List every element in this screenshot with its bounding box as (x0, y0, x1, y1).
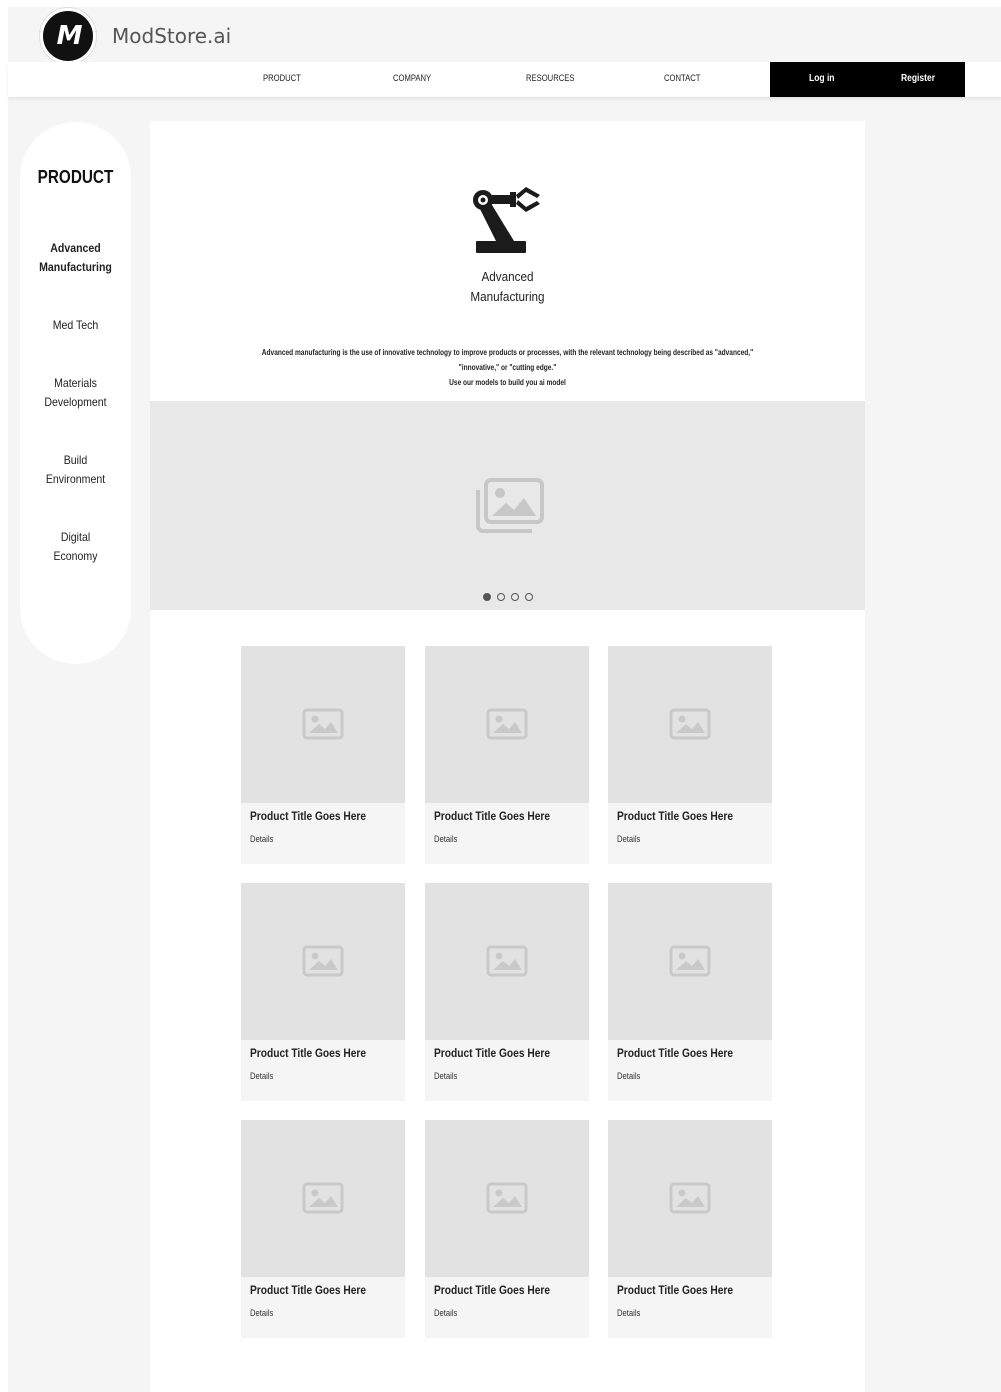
product-image (425, 646, 589, 803)
sidebar-item-label: Environment (45, 472, 106, 486)
brand-name[interactable]: ModStore.ai (112, 24, 231, 48)
product-title: Product Title Goes Here (250, 1283, 367, 1297)
product-details-link[interactable]: Details (250, 834, 273, 844)
sidebar-item-build-environment[interactable]: Build Environment (27, 451, 125, 489)
brand-logo[interactable]: M (40, 8, 96, 64)
product-title: Product Title Goes Here (617, 1283, 734, 1297)
product-details-link[interactable]: Details (250, 1071, 273, 1081)
sidebar-item-label: Med Tech (52, 318, 99, 332)
image-placeholder-icon (669, 708, 711, 740)
sidebar-item-digital-economy[interactable]: Digital Economy (27, 528, 125, 566)
sidebar-item-label: Digital (60, 530, 91, 544)
product-details-link[interactable]: Details (434, 1071, 457, 1081)
login-button[interactable]: Log in (809, 73, 835, 84)
hero-description: Advanced manufacturing is the use of inn… (214, 345, 800, 390)
sidebar-item-label: Materials (54, 376, 97, 390)
product-details-link[interactable]: Details (617, 1071, 640, 1081)
hero-title: Advanced Manufacturing (186, 267, 830, 307)
top-navbar: PRODUCT COMPANY RESOURCES CONTACT Log in… (8, 62, 1001, 97)
carousel-dot[interactable] (524, 593, 533, 601)
product-title: Product Title Goes Here (617, 1046, 734, 1060)
product-card[interactable]: Product Title Goes Here Details (241, 883, 405, 1101)
auth-bar: Log in Register (770, 62, 965, 97)
nav-contact[interactable]: CONTACT (664, 73, 700, 83)
nav-company[interactable]: COMPANY (393, 73, 431, 83)
product-image (608, 646, 772, 803)
carousel-dots (150, 593, 865, 601)
sidebar-item-label: Build (63, 453, 88, 467)
sidebar-item-med-tech[interactable]: Med Tech (27, 316, 125, 335)
hero-title-line: Manufacturing (470, 289, 545, 304)
image-gallery-icon (476, 478, 544, 533)
image-carousel[interactable] (150, 401, 865, 610)
carousel-dot[interactable] (510, 593, 519, 601)
sidebar-item-label: Economy (53, 549, 98, 563)
nav-product[interactable]: PRODUCT (263, 73, 301, 83)
sidebar-item-label: Development (44, 395, 107, 409)
hero-description-line: Use our models to build you ai model (449, 378, 566, 387)
hero-title-line: Advanced (481, 269, 534, 284)
main-content: Advanced Manufacturing Advanced manufact… (150, 121, 865, 1392)
register-button[interactable]: Register (901, 73, 935, 84)
product-sidebar: PRODUCT Advanced Manufacturing Med Tech … (20, 122, 131, 664)
carousel-dot[interactable] (496, 593, 505, 601)
robot-arm-icon (473, 187, 540, 253)
sidebar-item-label: Manufacturing (39, 260, 112, 274)
image-placeholder-icon (486, 708, 528, 740)
product-title: Product Title Goes Here (434, 1283, 551, 1297)
logo-letter: M (56, 21, 83, 51)
product-details-link[interactable]: Details (250, 1308, 273, 1318)
hero-description-line: "innovative," or "cutting edge." (458, 363, 557, 372)
product-card[interactable]: Product Title Goes Here Details (608, 1120, 772, 1338)
product-image (241, 1120, 405, 1277)
image-placeholder-icon (302, 945, 344, 977)
product-card[interactable]: Product Title Goes Here Details (425, 646, 589, 864)
product-card[interactable]: Product Title Goes Here Details (425, 1120, 589, 1338)
product-image (608, 1120, 772, 1277)
product-image (608, 883, 772, 1040)
product-details-link[interactable]: Details (617, 1308, 640, 1318)
image-placeholder-icon (669, 1182, 711, 1214)
sidebar-item-materials-development[interactable]: Materials Development (27, 374, 125, 412)
product-image (241, 646, 405, 803)
product-details-link[interactable]: Details (434, 834, 457, 844)
image-placeholder-icon (302, 708, 344, 740)
product-card[interactable]: Product Title Goes Here Details (425, 883, 589, 1101)
product-image (425, 883, 589, 1040)
product-details-link[interactable]: Details (617, 834, 640, 844)
product-title: Product Title Goes Here (250, 809, 367, 823)
sidebar-item-advanced-manufacturing[interactable]: Advanced Manufacturing (27, 239, 125, 277)
nav-resources[interactable]: RESOURCES (526, 73, 574, 83)
product-title: Product Title Goes Here (434, 809, 551, 823)
page: M ModStore.ai PRODUCT COMPANY RESOURCES … (8, 7, 1001, 1392)
image-placeholder-icon (486, 1182, 528, 1214)
product-details-link[interactable]: Details (434, 1308, 457, 1318)
product-title: Product Title Goes Here (250, 1046, 367, 1060)
product-card[interactable]: Product Title Goes Here Details (241, 646, 405, 864)
product-card[interactable]: Product Title Goes Here Details (608, 646, 772, 864)
image-placeholder-icon (486, 945, 528, 977)
sidebar-title: PRODUCT (37, 167, 114, 187)
hero-description-line: Advanced manufacturing is the use of inn… (261, 348, 754, 357)
product-image (425, 1120, 589, 1277)
image-placeholder-icon (302, 1182, 344, 1214)
product-card[interactable]: Product Title Goes Here Details (241, 1120, 405, 1338)
product-title: Product Title Goes Here (617, 809, 734, 823)
sidebar-item-label: Advanced (50, 241, 101, 255)
product-card[interactable]: Product Title Goes Here Details (608, 883, 772, 1101)
image-placeholder-icon (669, 945, 711, 977)
product-title: Product Title Goes Here (434, 1046, 551, 1060)
product-image (241, 883, 405, 1040)
carousel-dot[interactable] (482, 593, 491, 601)
